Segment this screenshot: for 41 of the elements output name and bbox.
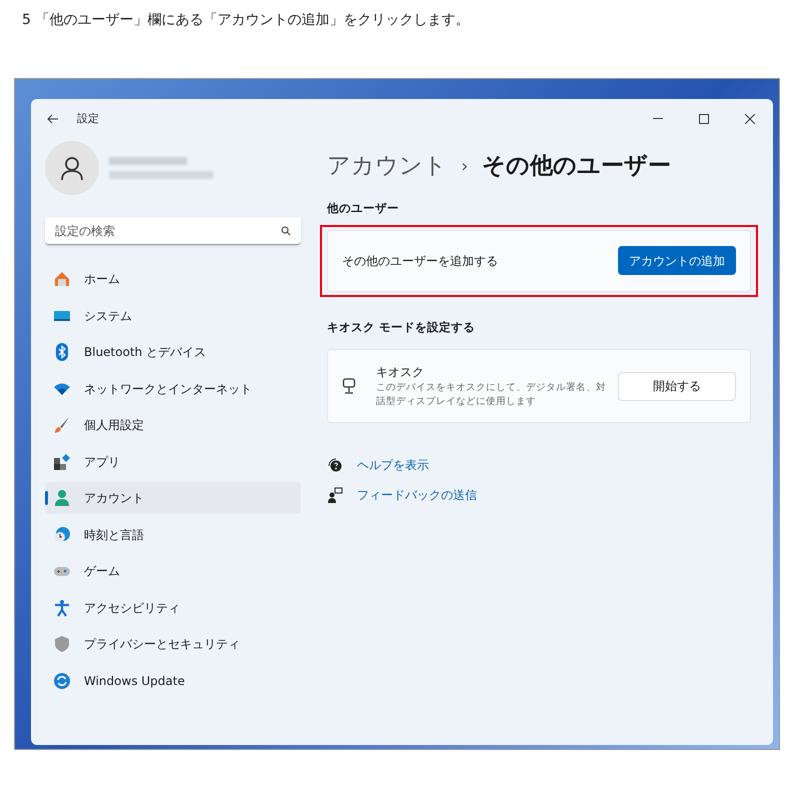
sidebar-item[interactable]: ホーム (45, 263, 301, 295)
sidebar-item[interactable]: システム (45, 300, 301, 332)
help-icon (327, 457, 343, 473)
sidebar-item[interactable]: プライバシーとセキュリティ (45, 628, 301, 660)
sidebar-item[interactable]: 時刻と言語 (45, 518, 301, 550)
card-title: キオスク (376, 364, 425, 381)
instruction-text: 5 「他のユーザー」欄にある「アカウントの追加」をクリックします。 (22, 11, 470, 30)
sidebar-item[interactable]: アカウント (45, 482, 301, 514)
card-description: このデバイスをキオスクにして、デジタル署名、対話型ディスプレイなどに使用します (376, 381, 607, 409)
sidebar-item[interactable]: Windows Update (45, 664, 301, 696)
feedback-icon (327, 487, 343, 503)
apps-icon (53, 452, 71, 470)
breadcrumb-parent[interactable]: アカウント (327, 149, 447, 184)
sync-icon (53, 672, 71, 690)
search-icon (281, 226, 291, 236)
search-field[interactable]: 設定の検索 (45, 217, 301, 245)
home-icon (53, 270, 71, 288)
feedback-link[interactable]: フィードバックの送信 (357, 486, 477, 504)
section-heading: キオスク モードを設定する (327, 318, 476, 336)
shield-icon (53, 635, 71, 653)
page-title: その他のユーザー (482, 152, 672, 181)
accessibility-icon (53, 598, 71, 616)
start-button[interactable]: 開始する (618, 372, 736, 400)
back-arrow-icon[interactable] (47, 114, 59, 124)
sidebar-item[interactable]: アクセシビリティ (45, 592, 301, 624)
window-title: 設定 (77, 110, 99, 127)
bluetooth-icon (53, 343, 71, 361)
card-title: その他のユーザーを追加する (342, 252, 499, 270)
sidebar-item[interactable]: アプリ (45, 446, 301, 478)
sidebar-item[interactable]: ネットワークとインターネット (45, 372, 301, 404)
add-account-button[interactable]: アカウントの追加 (618, 246, 736, 276)
help-link[interactable]: ヘルプを表示 (357, 456, 429, 474)
sidebar-item[interactable]: ゲーム (45, 555, 301, 587)
kiosk-icon (342, 378, 356, 394)
globe-clock-icon (53, 526, 71, 544)
brush-icon (53, 416, 71, 434)
sidebar-item[interactable]: Bluetooth とデバイス (45, 336, 301, 368)
section-heading: 他のユーザー (327, 200, 400, 216)
sidebar-item[interactable]: 個人用設定 (45, 409, 301, 441)
breadcrumb-separator: › (461, 154, 468, 179)
person-icon (53, 489, 71, 507)
